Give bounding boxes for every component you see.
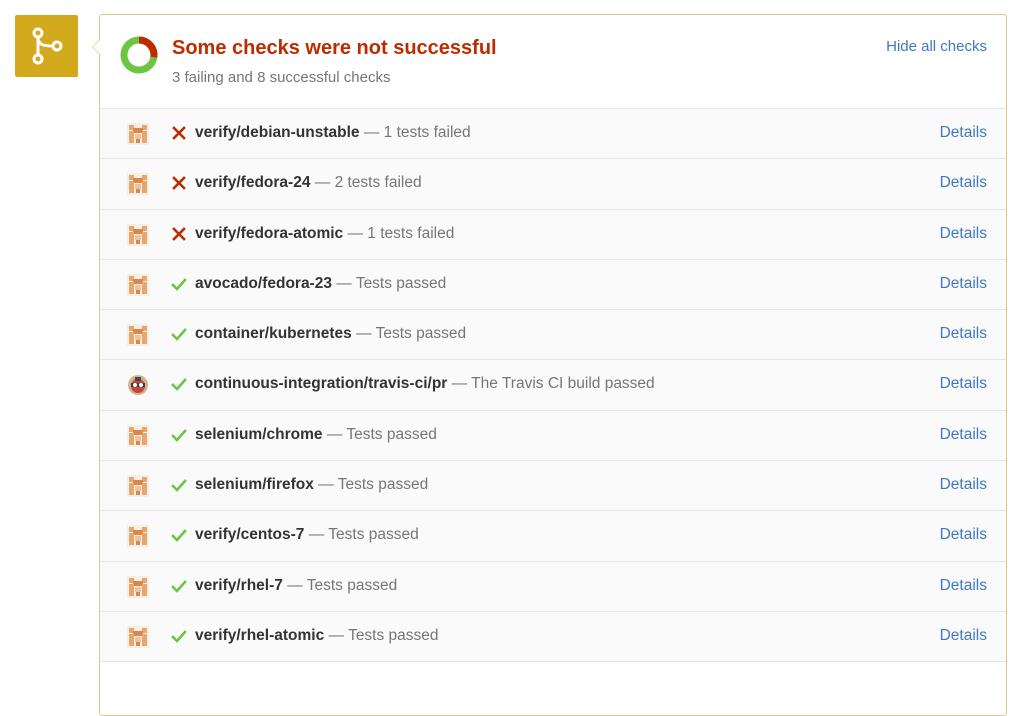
- cockpit-avatar[interactable]: [127, 273, 149, 296]
- check-row: selenium/chrome — Tests passed Details: [100, 410, 1006, 462]
- check-separator: —: [314, 174, 331, 192]
- check-row: verify/debian-unstable — 1 tests failed D…: [100, 109, 1006, 160]
- cockpit-avatar[interactable]: [127, 123, 149, 145]
- details-link[interactable]: Details: [940, 476, 987, 494]
- x-icon: [171, 175, 187, 191]
- check-message: 1 tests failed: [383, 124, 471, 141]
- checks-summary-header: Some checks were not successful 3 failin…: [100, 15, 1006, 109]
- check-description: verify/fedora-atomic — 1 tests failed: [195, 225, 454, 243]
- check-icon: [171, 527, 187, 543]
- check-description: verify/fedora-24 — 2 tests failed: [195, 174, 422, 192]
- checks-subtitle: 3 failing and 8 successful checks: [172, 69, 391, 86]
- check-separator: —: [451, 375, 468, 393]
- details-link[interactable]: Details: [940, 275, 987, 293]
- check-icon: [171, 427, 187, 443]
- cockpit-avatar[interactable]: [127, 575, 149, 598]
- checks-list: verify/debian-unstable — 1 tests failed D…: [100, 109, 1006, 663]
- checks-donut-icon: [120, 36, 158, 74]
- details-link[interactable]: Details: [940, 325, 987, 343]
- cockpit-avatar[interactable]: [127, 324, 149, 347]
- travis-avatar[interactable]: [127, 374, 149, 396]
- details-link[interactable]: Details: [940, 124, 987, 142]
- check-separator: —: [336, 274, 352, 292]
- check-separator: —: [363, 124, 380, 141]
- check-context: container/kubernetes: [195, 325, 352, 343]
- check-message: Tests passed: [375, 325, 467, 343]
- check-description: verify/centos-7 — Tests passed: [195, 526, 419, 544]
- check-context: verify/rhel-7: [195, 576, 283, 594]
- check-row: selenium/firefox — Tests passed Details: [100, 461, 1006, 512]
- check-row: avocado/fedora-23 — Tests passed Details: [100, 259, 1006, 311]
- details-link[interactable]: Details: [940, 225, 987, 243]
- x-icon: [171, 226, 187, 242]
- check-row: verify/fedora-24 — 2 tests failed Details: [100, 159, 1006, 210]
- check-separator: —: [356, 325, 372, 343]
- check-row: container/kubernetes — Tests passed Detai…: [100, 310, 1006, 361]
- check-separator: —: [287, 576, 303, 594]
- check-icon: [171, 376, 187, 392]
- cockpit-avatar[interactable]: [127, 223, 149, 246]
- details-link[interactable]: Details: [940, 627, 987, 645]
- check-description: verify/rhel-atomic — Tests passed: [195, 627, 439, 645]
- check-description: continuous-integration/travis-ci/pr — Th…: [195, 375, 655, 393]
- panel-pointer: [92, 39, 100, 55]
- check-context: verify/fedora-atomic: [195, 224, 344, 242]
- check-separator: —: [318, 476, 334, 494]
- check-separator: —: [308, 526, 325, 544]
- details-link[interactable]: Details: [940, 577, 987, 595]
- hide-all-checks-link[interactable]: Hide all checks: [886, 38, 987, 55]
- status-checks-panel: Some checks were not successful 3 failin…: [92, 14, 1007, 716]
- check-message: Tests passed: [306, 576, 398, 594]
- check-message: Tests passed: [337, 476, 429, 494]
- check-description: verify/rhel-7 — Tests passed: [195, 577, 397, 595]
- check-icon: [171, 326, 187, 342]
- check-context: verify/fedora-24: [195, 174, 311, 192]
- check-row: verify/centos-7 — Tests passed Details: [100, 511, 1006, 562]
- details-link[interactable]: Details: [940, 526, 987, 544]
- checks-title: Some checks were not successful: [172, 37, 497, 59]
- check-message: Tests passed: [328, 526, 419, 544]
- check-context: verify/centos-7: [195, 526, 305, 544]
- check-description: selenium/chrome — Tests passed: [195, 426, 437, 444]
- check-message: Tests passed: [348, 626, 439, 644]
- check-row: verify/rhel-atomic — Tests passed Details: [100, 611, 1006, 663]
- x-icon: [171, 125, 187, 141]
- check-message: Tests passed: [346, 425, 437, 443]
- check-message: The Travis CI build passed: [471, 375, 655, 393]
- check-context: avocado/fedora-23: [195, 274, 332, 292]
- check-separator: —: [326, 425, 343, 443]
- check-description: verify/debian-unstable — 1 tests failed: [195, 124, 471, 142]
- check-row: verify/fedora-atomic — 1 tests failed Det…: [100, 209, 1006, 260]
- check-description: container/kubernetes — Tests passed: [195, 325, 466, 343]
- check-description: avocado/fedora-23 — Tests passed: [195, 275, 446, 293]
- cockpit-avatar[interactable]: [127, 173, 149, 196]
- details-link[interactable]: Details: [940, 174, 987, 192]
- check-separator: —: [328, 626, 345, 644]
- check-icon: [171, 578, 187, 594]
- check-row: continuous-integration/travis-ci/pr — Th…: [100, 360, 1006, 411]
- check-context: selenium/firefox: [195, 476, 314, 494]
- check-context: continuous-integration/travis-ci/pr: [195, 375, 448, 393]
- cockpit-avatar[interactable]: [127, 424, 149, 447]
- check-row: verify/rhel-7 — Tests passed Details: [100, 561, 1006, 612]
- details-link[interactable]: Details: [940, 375, 987, 393]
- check-message: 1 tests failed: [367, 224, 455, 242]
- check-message: Tests passed: [355, 274, 447, 292]
- cockpit-avatar[interactable]: [127, 525, 149, 548]
- check-icon: [171, 477, 187, 493]
- check-icon: [171, 276, 187, 292]
- check-separator: —: [347, 224, 363, 242]
- check-icon: [171, 628, 187, 644]
- check-context: verify/rhel-atomic: [195, 626, 325, 644]
- check-description: selenium/firefox — Tests passed: [195, 476, 428, 494]
- check-message: 2 tests failed: [334, 174, 422, 192]
- details-link[interactable]: Details: [940, 426, 987, 444]
- check-context: selenium/chrome: [195, 425, 323, 443]
- git-merge-icon: [15, 15, 78, 77]
- cockpit-avatar[interactable]: [127, 625, 149, 648]
- cockpit-avatar[interactable]: [127, 475, 149, 498]
- check-context: verify/debian-unstable: [195, 124, 360, 141]
